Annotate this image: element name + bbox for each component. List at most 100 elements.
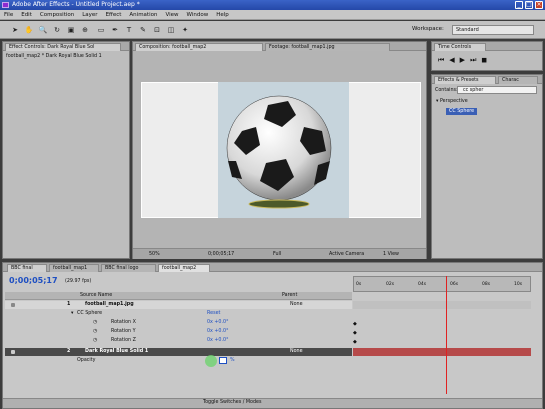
- close-icon[interactable]: ×: [535, 1, 543, 9]
- tab-timeline-2[interactable]: football_map1: [49, 264, 99, 272]
- opacity-label: Opacity: [77, 358, 96, 363]
- property-row-opacity[interactable]: Opacity %: [5, 355, 352, 367]
- tools-panel: ➤ ✋ 🔍 ↻ ▣ ⊕ ▭ ✒ T ✎ ⊡ ◫ ✦ Workspace: Sta…: [0, 21, 545, 39]
- pan-behind-tool-icon[interactable]: ⊕: [80, 25, 90, 35]
- resolution-select[interactable]: Full: [273, 249, 281, 260]
- layer-name: Dark Royal Blue Solid 1: [85, 349, 149, 354]
- layer-row-1[interactable]: 1 football_map1.jpg None: [5, 301, 352, 309]
- timeline-timecode[interactable]: 0;00;05;17: [9, 276, 58, 285]
- effect-reset[interactable]: Reset: [207, 310, 220, 318]
- opacity-input[interactable]: [219, 357, 227, 364]
- property-label: Rotation Y: [111, 329, 136, 334]
- layer-row-2[interactable]: 2 Dark Royal Blue Solid 1 None: [5, 348, 352, 356]
- column-parent: Parent: [282, 293, 298, 298]
- minimize-icon[interactable]: _: [515, 1, 523, 9]
- maximize-icon[interactable]: □: [525, 1, 533, 9]
- tab-composition[interactable]: Composition: football_map2: [135, 43, 263, 51]
- menu-file[interactable]: File: [4, 12, 13, 18]
- stopwatch-icon[interactable]: ◷: [93, 337, 97, 345]
- effect-row[interactable]: ▾ CC Sphere Reset: [5, 310, 352, 318]
- tab-timeline-1[interactable]: BBC final: [7, 264, 47, 272]
- property-label: Rotation X: [111, 320, 136, 325]
- tab-timeline-3[interactable]: BBC final logo: [101, 264, 156, 272]
- visibility-icon[interactable]: [11, 303, 15, 307]
- layer-bar-2[interactable]: [353, 348, 531, 356]
- column-source-name: Source Name: [80, 293, 113, 298]
- effect-item-cc-sphere[interactable]: CC Sphere: [446, 108, 478, 115]
- current-time-indicator[interactable]: [445, 276, 447, 394]
- menu-view[interactable]: View: [165, 12, 178, 18]
- menu-composition[interactable]: Composition: [40, 12, 74, 18]
- camera-tool-icon[interactable]: ▣: [66, 25, 76, 35]
- menu-effect[interactable]: Effect: [106, 12, 122, 18]
- effects-presets-tabbar: Effects & Presets Charac: [432, 75, 542, 84]
- menu-animation[interactable]: Animation: [129, 12, 157, 18]
- ruler-label: 08s: [482, 282, 491, 287]
- menu-window[interactable]: Window: [187, 12, 209, 18]
- layer-bar-1[interactable]: [353, 301, 531, 309]
- zoom-tool-icon[interactable]: 🔍: [38, 25, 48, 35]
- menu-edit[interactable]: Edit: [21, 12, 32, 18]
- tab-character[interactable]: Charac: [498, 76, 538, 84]
- composition-footer: 50% 0;00;05;17 Full Active Camera 1 View: [133, 248, 426, 259]
- hand-tool-icon[interactable]: ✋: [24, 25, 34, 35]
- property-row-rotation-x[interactable]: ◷ Rotation X 0x +0.0°: [5, 319, 352, 327]
- layer-parent[interactable]: None: [290, 348, 303, 356]
- text-tool-icon[interactable]: T: [124, 25, 134, 35]
- layer-parent[interactable]: None: [290, 301, 303, 309]
- stopwatch-icon[interactable]: ◷: [93, 319, 97, 327]
- mask-tool-icon[interactable]: ▭: [96, 25, 106, 35]
- keyframe-icon[interactable]: ◆: [353, 321, 357, 327]
- effect-name: CC Sphere: [77, 311, 103, 316]
- menu-bar: File Edit Composition Layer Effect Anima…: [0, 10, 545, 20]
- ruler-label: 02s: [386, 282, 395, 287]
- toggle-switches-button[interactable]: Toggle Switches / Modes: [203, 400, 262, 405]
- soccer-ball-image: [226, 95, 332, 209]
- rotate-tool-icon[interactable]: ↻: [52, 25, 62, 35]
- camera-select[interactable]: Active Camera: [329, 249, 364, 260]
- property-row-rotation-y[interactable]: ◷ Rotation Y 0x +0.0°: [5, 328, 352, 336]
- eraser-tool-icon[interactable]: ◫: [166, 25, 176, 35]
- time-ruler[interactable]: 0s 02s 04s 06s 08s 10s: [353, 276, 531, 292]
- tab-effects-presets[interactable]: Effects & Presets: [434, 76, 496, 84]
- menu-layer[interactable]: Layer: [82, 12, 97, 18]
- effect-item-label: CC Sphere: [449, 109, 475, 114]
- comp-timecode[interactable]: 0;00;05;17: [208, 249, 234, 260]
- tab-timeline-4[interactable]: football_map2: [158, 264, 210, 272]
- views-select[interactable]: 1 View: [383, 249, 399, 260]
- stopwatch-icon[interactable]: ◷: [93, 328, 97, 336]
- selection-tool-icon[interactable]: ➤: [10, 25, 20, 35]
- property-value[interactable]: 0x +0.0°: [207, 337, 228, 345]
- app-icon: [2, 2, 9, 8]
- clone-stamp-tool-icon[interactable]: ⊡: [152, 25, 162, 35]
- category-label: Perspective: [439, 99, 468, 104]
- effect-toggle-icon[interactable]: ▾: [71, 310, 73, 318]
- visibility-icon[interactable]: [11, 350, 15, 354]
- workspace-value: Standard: [456, 27, 479, 33]
- layer-number: 1: [67, 302, 71, 307]
- composition-tabbar: Composition: football_map2 Footage: foot…: [133, 42, 426, 51]
- title-bar: Adobe After Effects - Untitled Project.a…: [0, 0, 545, 10]
- tab-effect-controls[interactable]: Effect Controls: Dark Royal Blue Sol: [5, 43, 121, 51]
- layer-number: 2: [67, 349, 71, 354]
- tab-footage[interactable]: Footage: football_map1.jpg: [265, 43, 390, 51]
- puppet-tool-icon[interactable]: ✦: [180, 25, 190, 35]
- layer-name: football_map1.jpg: [85, 302, 134, 307]
- menu-help[interactable]: Help: [216, 12, 229, 18]
- brush-tool-icon[interactable]: ✎: [138, 25, 148, 35]
- tab-time-controls[interactable]: Time Controls: [434, 43, 486, 51]
- playback-controls[interactable]: ⏮◀▶⏭◼: [438, 56, 492, 65]
- workspace-select[interactable]: Standard: [452, 25, 534, 35]
- property-value[interactable]: 0x +0.0°: [207, 328, 228, 336]
- time-controls-tabbar: Time Controls: [432, 42, 542, 51]
- category-perspective[interactable]: ▾ Perspective: [436, 99, 468, 104]
- keyframe-icon[interactable]: ◆: [353, 339, 357, 345]
- window-title: Adobe After Effects - Untitled Project.a…: [12, 1, 140, 8]
- workspace-label: Workspace:: [412, 26, 444, 32]
- effects-search-input[interactable]: cc spher: [457, 86, 537, 94]
- property-row-rotation-z[interactable]: ◷ Rotation Z 0x +0.0°: [5, 337, 352, 345]
- property-value[interactable]: 0x +0.0°: [207, 319, 228, 327]
- keyframe-icon[interactable]: ◆: [353, 330, 357, 336]
- zoom-select[interactable]: 50%: [149, 249, 160, 260]
- pen-tool-icon[interactable]: ✒: [110, 25, 120, 35]
